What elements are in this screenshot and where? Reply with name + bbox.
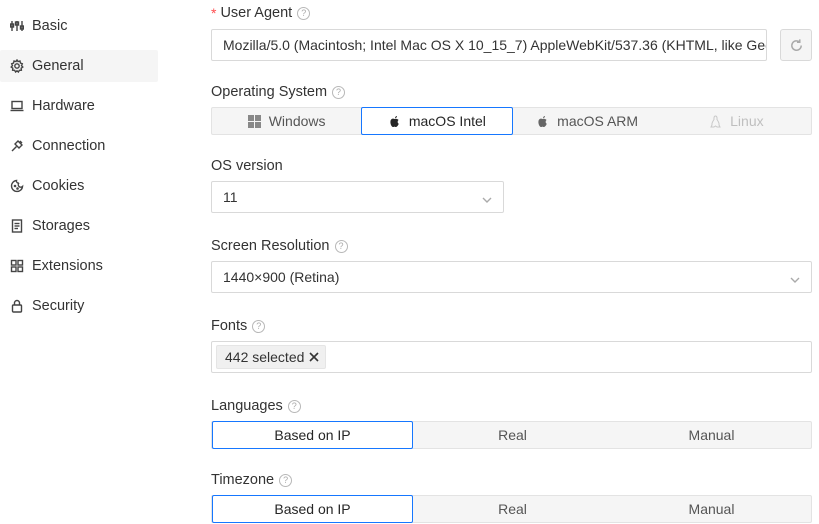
os-option-linux: Linux [662,108,811,134]
os-option-windows[interactable]: Windows [212,108,361,134]
fonts-label: Fonts ? [211,313,812,339]
languages-option-real[interactable]: Real [413,422,612,448]
settings-form: * User Agent ? Mozilla/5.0 (Macintosh; I… [211,0,812,523]
fonts-tag-label: 442 selected [225,349,305,365]
grid-icon [10,259,24,273]
cookie-icon [10,179,24,193]
lock-icon [10,299,24,313]
timezone-option-based-on-ip[interactable]: Based on IP [212,495,413,523]
document-icon [10,219,24,233]
sidebar-item-extensions[interactable]: Extensions [0,250,160,282]
sidebar-item-basic[interactable]: Basic [0,10,160,42]
laptop-icon [10,99,24,113]
user-agent-label-text: User Agent [220,5,293,21]
chevron-down-icon [790,272,800,283]
sidebar-item-storages[interactable]: Storages [0,210,160,242]
sidebar: Basic General Hardware Connection Cookie… [0,10,160,330]
windows-icon [247,114,261,128]
sidebar-item-label: General [32,58,84,74]
languages-segmented: Based on IP Real Manual [211,421,812,449]
required-mark: * [211,5,217,21]
sidebar-item-label: Hardware [32,98,95,114]
sidebar-item-hardware[interactable]: Hardware [0,90,160,122]
languages-label-text: Languages [211,398,283,414]
chevron-down-icon [482,192,492,203]
close-icon[interactable] [309,352,319,362]
os-option-label: Windows [268,113,326,129]
screen-resolution-value: 1440×900 (Retina) [223,269,340,285]
sidebar-item-general[interactable]: General [0,50,158,82]
gear-icon [10,59,24,73]
apple-icon [536,115,549,128]
os-option-macos-arm[interactable]: macOS ARM [513,108,662,134]
sidebar-item-label: Connection [32,138,106,154]
sidebar-item-security[interactable]: Security [0,290,160,322]
sliders-icon [10,19,24,33]
apple-icon [388,115,401,128]
os-option-label: macOS ARM [557,113,639,129]
plug-icon [10,139,24,153]
os-version-label: OS version [211,153,812,179]
screen-resolution-label-text: Screen Resolution [211,238,330,254]
os-option-label: Linux [730,113,764,129]
languages-option-based-on-ip[interactable]: Based on IP [212,421,413,449]
operating-system-segmented: Windows macOS Intel macOS ARM Linux [211,107,812,135]
help-icon[interactable]: ? [297,6,311,20]
user-agent-label: * User Agent ? [211,0,812,26]
languages-label: Languages ? [211,393,812,419]
os-option-macos-intel[interactable]: macOS Intel [361,107,513,135]
os-option-label: macOS Intel [408,113,486,129]
sidebar-item-connection[interactable]: Connection [0,130,160,162]
help-icon[interactable]: ? [279,473,293,487]
operating-system-label-text: Operating System [211,84,328,100]
sidebar-item-label: Cookies [32,178,85,194]
help-icon[interactable]: ? [252,319,266,333]
refresh-icon [790,38,802,51]
sidebar-item-label: Security [32,298,85,314]
help-icon[interactable]: ? [287,399,301,413]
timezone-label-text: Timezone [211,472,275,488]
refresh-user-agent-button[interactable] [780,29,812,61]
timezone-option-real[interactable]: Real [413,496,612,522]
fonts-select[interactable]: 442 selected [211,341,812,373]
languages-option-manual[interactable]: Manual [612,422,811,448]
timezone-label: Timezone ? [211,467,812,493]
os-version-value: 11 [223,189,238,205]
os-version-label-text: OS version [211,158,283,174]
user-agent-input[interactable]: Mozilla/5.0 (Macintosh; Intel Mac OS X 1… [211,29,768,61]
os-version-select[interactable]: 11 [211,181,504,213]
operating-system-label: Operating System ? [211,79,812,105]
help-icon[interactable]: ? [334,239,348,253]
help-icon[interactable]: ? [332,85,346,99]
sidebar-item-label: Basic [32,18,68,34]
linux-icon [709,114,722,128]
timezone-option-manual[interactable]: Manual [612,496,811,522]
screen-resolution-select[interactable]: 1440×900 (Retina) [211,261,812,293]
fonts-label-text: Fonts [211,318,248,334]
sidebar-item-label: Extensions [32,258,103,274]
fonts-selected-tag: 442 selected [216,345,327,369]
screen-resolution-label: Screen Resolution ? [211,233,812,259]
sidebar-item-cookies[interactable]: Cookies [0,170,160,202]
sidebar-item-label: Storages [32,218,91,234]
timezone-segmented: Based on IP Real Manual [211,495,812,523]
